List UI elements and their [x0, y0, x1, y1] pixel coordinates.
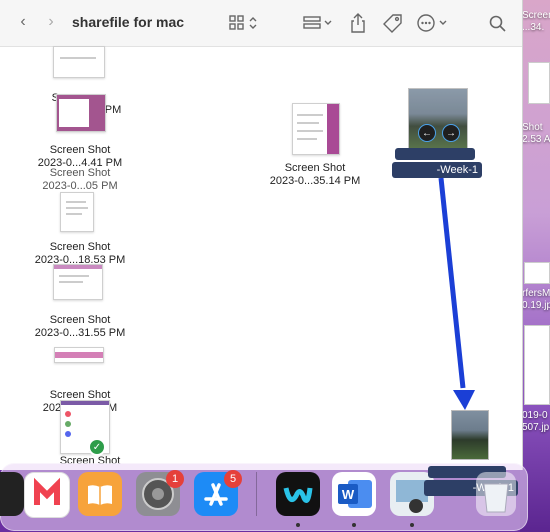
desktop-file-label: 2.53 A [522, 134, 550, 145]
notification-badge: 1 [166, 470, 184, 488]
books-icon[interactable] [78, 472, 122, 516]
dropped-file-thumbnail[interactable] [451, 410, 489, 460]
desktop-file-label: 019-0 [522, 410, 548, 421]
desktop-file-thumbnail[interactable] [524, 325, 550, 405]
notification-badge: 5 [224, 470, 242, 488]
desktop-file-label: ...34. [522, 22, 545, 33]
desktop-file-label: Screen S [522, 10, 550, 21]
word-icon[interactable]: W [332, 472, 376, 516]
svg-text:W: W [342, 487, 355, 502]
dock-running-indicator [410, 523, 414, 527]
desktop-file-label: 0.19.jp [522, 300, 550, 311]
trash-icon[interactable] [476, 472, 516, 516]
app-icon-partial[interactable] [0, 472, 24, 516]
drag-arrow-annotation [438, 177, 475, 410]
desktop-file-label: 507.jp [522, 422, 550, 433]
desktop-file-label: Shot [522, 122, 543, 133]
dock-running-indicator [296, 523, 300, 527]
dock-running-indicator [352, 523, 356, 527]
finder-window: ‹ › sharefile for mac PM Screen Shot 202… [0, 0, 523, 470]
news-icon[interactable] [24, 472, 70, 518]
webex-icon[interactable] [276, 472, 320, 516]
desktop-file-label: rfersM [522, 288, 550, 299]
dock-separator [256, 472, 257, 516]
desktop-file-thumbnail[interactable] [528, 62, 550, 104]
desktop-file-thumbnail[interactable] [524, 262, 550, 284]
